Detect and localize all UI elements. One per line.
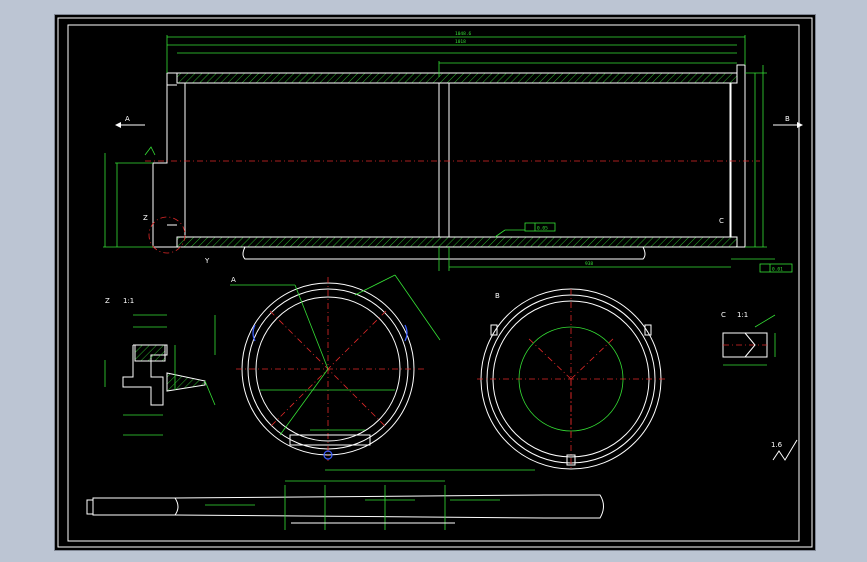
svg-text:1.6: 1.6 xyxy=(771,441,783,449)
left-dimensions xyxy=(103,146,156,248)
dim-top-2-label: 1018 xyxy=(455,39,466,45)
tolerance-frame-main: 0.05 xyxy=(524,222,556,232)
main-section-view: 1048.6 1018 938 0.05 0.01 Z Y C A B xyxy=(103,31,803,273)
tolerance-frame-right: 0.01 xyxy=(759,263,793,273)
right-dimensions xyxy=(731,65,775,260)
mark-y-label: Y xyxy=(204,257,210,265)
svg-text:B: B xyxy=(785,115,790,123)
dim-bottom-right-label: 938 xyxy=(585,261,593,267)
detail-c-title: C xyxy=(721,311,726,319)
left-end-outline xyxy=(152,72,177,248)
drawing-sheet: 1048.6 1018 938 0.05 0.01 Z Y C A B Z 1:… xyxy=(54,14,816,551)
svg-text:A: A xyxy=(125,115,130,123)
detail-z-title: Z xyxy=(105,297,110,305)
section-arrow-a: A xyxy=(115,115,145,128)
svg-text:0.05: 0.05 xyxy=(537,226,548,232)
drawing-canvas: 1048.6 1018 938 0.05 0.01 Z Y C A B Z 1:… xyxy=(57,17,813,548)
section-b-title: B xyxy=(495,292,500,300)
svg-text:0.01: 0.01 xyxy=(772,267,783,273)
detail-c-view: C 1:1 xyxy=(721,311,776,366)
detail-z-mark: Z xyxy=(143,214,148,222)
right-end-outline xyxy=(736,64,746,248)
detail-z-circle xyxy=(148,216,186,254)
dim-top-1-label: 1048.6 xyxy=(455,31,472,37)
section-a-view: A xyxy=(214,274,441,461)
top-wall-hatch xyxy=(176,72,738,84)
base-plate xyxy=(242,246,646,260)
inner-bore xyxy=(184,82,731,238)
bottom-plan-view xyxy=(86,469,604,530)
cad-viewport[interactable]: 1048.6 1018 938 0.05 0.01 Z Y C A B Z 1:… xyxy=(0,0,867,562)
detail-z-view: Z 1:1 xyxy=(104,297,216,436)
roughness-mark: 1.6 xyxy=(771,439,798,461)
bottom-wall-hatch xyxy=(176,236,738,248)
detail-c-scale: 1:1 xyxy=(737,311,748,319)
mark-c-label: C xyxy=(719,217,724,225)
section-b-view: B xyxy=(477,288,667,470)
section-a-title: A xyxy=(231,276,236,284)
border-frame xyxy=(57,17,813,548)
detail-z-scale: 1:1 xyxy=(123,297,134,305)
